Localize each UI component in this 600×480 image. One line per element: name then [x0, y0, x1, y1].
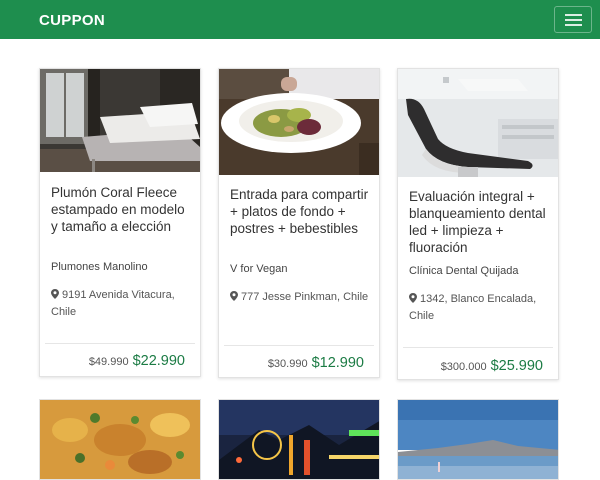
- map-marker-icon: [409, 293, 417, 303]
- deal-address-text: 9191 Avenida Vitacura, Chile: [51, 289, 175, 318]
- old-price: $49.990: [88, 356, 129, 368]
- deal-vendor: V for Vegan: [230, 263, 288, 275]
- deal-card[interactable]: Evaluación integral + blanqueamiento den…: [397, 68, 559, 380]
- deal-vendor: Plumones Manolino: [51, 261, 148, 273]
- salad-plate-photo[interactable]: [219, 69, 379, 175]
- deal-prices: $49.990 $22.990: [89, 352, 185, 370]
- deal-title[interactable]: Evaluación integral + blanqueamiento den…: [409, 188, 551, 256]
- navbar: CUPPON: [0, 0, 600, 39]
- old-price: $300.000: [440, 361, 487, 373]
- deal-address: 777 Jesse Pinkman, Chile: [230, 289, 372, 306]
- deal-prices: $30.990 $12.990: [268, 354, 364, 372]
- deal-card[interactable]: Entrada para compartir + platos de fondo…: [218, 68, 380, 378]
- deal-address: 9191 Avenida Vitacura, Chile: [51, 287, 193, 321]
- deal-vendor: Clínica Dental Quijada: [409, 265, 519, 277]
- deal-address: 1342, Blanco Encalada, Chile: [409, 291, 551, 325]
- carnival-night-photo[interactable]: [218, 399, 380, 480]
- new-price: $25.990: [490, 358, 543, 374]
- deal-address-text: 1342, Blanco Encalada, Chile: [409, 293, 537, 322]
- map-marker-icon: [51, 289, 59, 299]
- deal-address-text: 777 Jesse Pinkman, Chile: [241, 291, 369, 303]
- old-price: $30.990: [267, 358, 308, 370]
- brand-logo[interactable]: CUPPON: [39, 12, 105, 29]
- deal-prices: $300.000 $25.990: [441, 357, 543, 375]
- map-marker-icon: [230, 291, 238, 301]
- deal-card[interactable]: Plumón Coral Fleece estampado en modelo …: [39, 68, 201, 377]
- divider: [45, 343, 195, 344]
- hamburger-menu-icon[interactable]: [554, 6, 592, 33]
- stew-photo[interactable]: [39, 399, 201, 480]
- lake-mountain-photo[interactable]: [397, 399, 559, 480]
- divider: [403, 347, 553, 348]
- deal-title[interactable]: Plumón Coral Fleece estampado en modelo …: [51, 184, 193, 235]
- new-price: $12.990: [311, 355, 364, 371]
- deal-title[interactable]: Entrada para compartir + platos de fondo…: [230, 186, 372, 237]
- bedroom-photo[interactable]: [40, 69, 200, 172]
- new-price: $22.990: [132, 353, 185, 369]
- dental-chair-photo[interactable]: [398, 69, 558, 177]
- divider: [224, 345, 374, 346]
